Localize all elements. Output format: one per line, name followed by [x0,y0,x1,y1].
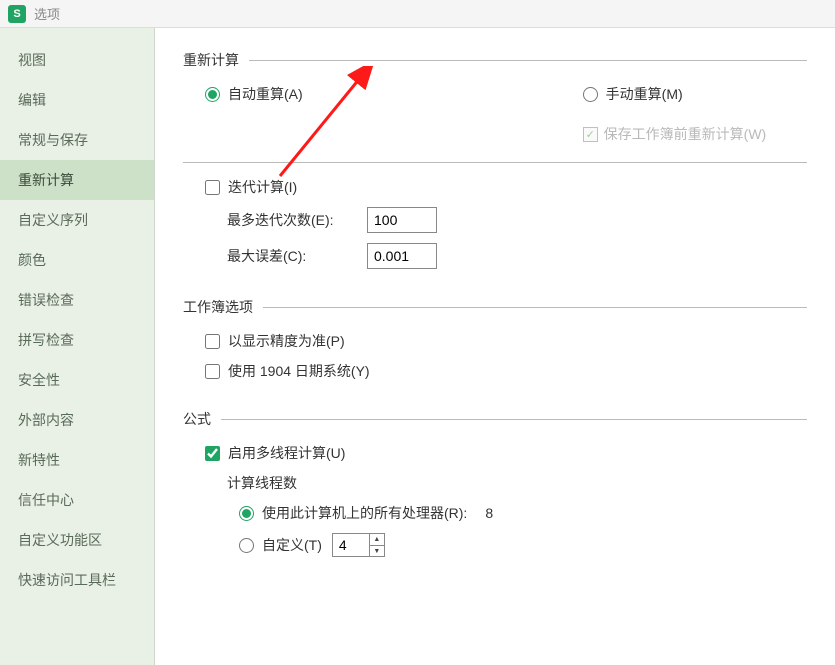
sidebar-item-spell-check[interactable]: 拼写检查 [0,320,154,360]
sidebar-item-edit[interactable]: 编辑 [0,80,154,120]
sidebar-item-quick-access[interactable]: 快速访问工具栏 [0,560,154,600]
app-icon: S [8,5,26,23]
titlebar: S 选项 [0,0,835,28]
sidebar-item-error-check[interactable]: 错误检查 [0,280,154,320]
divider [183,162,807,163]
radio-manual-recalc-label: 手动重算(M) [606,84,683,104]
sidebar-item-view[interactable]: 视图 [0,40,154,80]
save-before-recalc-label: 保存工作簿前重新计算(W) [604,124,767,144]
spinner-up-icon[interactable]: ▲ [370,534,384,546]
checkbox-precision-label: 以显示精度为准(P) [228,331,345,351]
sidebar-item-customize-ribbon[interactable]: 自定义功能区 [0,520,154,560]
divider [221,419,807,420]
save-before-recalc: ✓ 保存工作簿前重新计算(W) [583,124,767,144]
max-change-label: 最大误差(C): [227,246,357,266]
content-pane: 重新计算 自动重算(A) 手动重算(M) ✓ 保存工作簿前重新计算(W) [155,28,835,665]
radio-manual-recalc-input[interactable] [583,87,598,102]
section-title-recalc: 重新计算 [183,50,239,70]
custom-thread-spinner[interactable]: ▲ ▼ [332,533,385,557]
radio-all-procs[interactable]: 使用此计算机上的所有处理器(R): [239,503,467,523]
radio-custom-threads-input[interactable] [239,538,254,553]
radio-all-procs-label: 使用此计算机上的所有处理器(R): [262,503,467,523]
sidebar-item-recalculate[interactable]: 重新计算 [0,160,154,200]
radio-custom-threads[interactable]: 自定义(T) [239,535,322,555]
checkbox-multithread-label: 启用多线程计算(U) [228,443,345,463]
sidebar-item-custom-list[interactable]: 自定义序列 [0,200,154,240]
radio-all-procs-input[interactable] [239,506,254,521]
divider [249,60,807,61]
max-iter-label: 最多迭代次数(E): [227,210,357,230]
checkbox-iterative[interactable]: 迭代计算(I) [205,177,807,197]
checkbox-precision-input[interactable] [205,334,220,349]
max-iter-input[interactable] [367,207,437,233]
sidebar-item-external-content[interactable]: 外部内容 [0,400,154,440]
checkbox-iterative-label: 迭代计算(I) [228,177,297,197]
checkbox-1904[interactable]: 使用 1904 日期系统(Y) [205,361,807,381]
radio-auto-recalc[interactable]: 自动重算(A) [205,84,303,104]
checkbox-1904-input[interactable] [205,364,220,379]
radio-auto-recalc-label: 自动重算(A) [228,84,303,104]
custom-thread-input[interactable] [333,534,369,556]
sidebar-item-new-features[interactable]: 新特性 [0,440,154,480]
spinner-down-icon[interactable]: ▼ [370,546,384,557]
checkbox-precision[interactable]: 以显示精度为准(P) [205,331,807,351]
radio-manual-recalc[interactable]: 手动重算(M) [583,84,767,104]
thread-count-title: 计算线程数 [227,473,807,493]
sidebar-item-trust-center[interactable]: 信任中心 [0,480,154,520]
check-icon: ✓ [583,127,598,142]
sidebar-item-color[interactable]: 颜色 [0,240,154,280]
divider [263,307,807,308]
checkbox-1904-label: 使用 1904 日期系统(Y) [228,361,370,381]
sidebar-item-security[interactable]: 安全性 [0,360,154,400]
max-change-input[interactable] [367,243,437,269]
checkbox-iterative-input[interactable] [205,180,220,195]
section-title-workbook: 工作簿选项 [183,297,253,317]
sidebar: 视图 编辑 常规与保存 重新计算 自定义序列 颜色 错误检查 拼写检查 安全性 … [0,28,155,665]
proc-count-value: 8 [485,505,493,521]
section-title-formula: 公式 [183,409,211,429]
radio-custom-threads-label: 自定义(T) [262,535,322,555]
radio-auto-recalc-input[interactable] [205,87,220,102]
sidebar-item-general-save[interactable]: 常规与保存 [0,120,154,160]
checkbox-multithread[interactable]: 启用多线程计算(U) [205,443,807,463]
window-title: 选项 [34,4,60,23]
checkbox-multithread-input[interactable] [205,446,220,461]
